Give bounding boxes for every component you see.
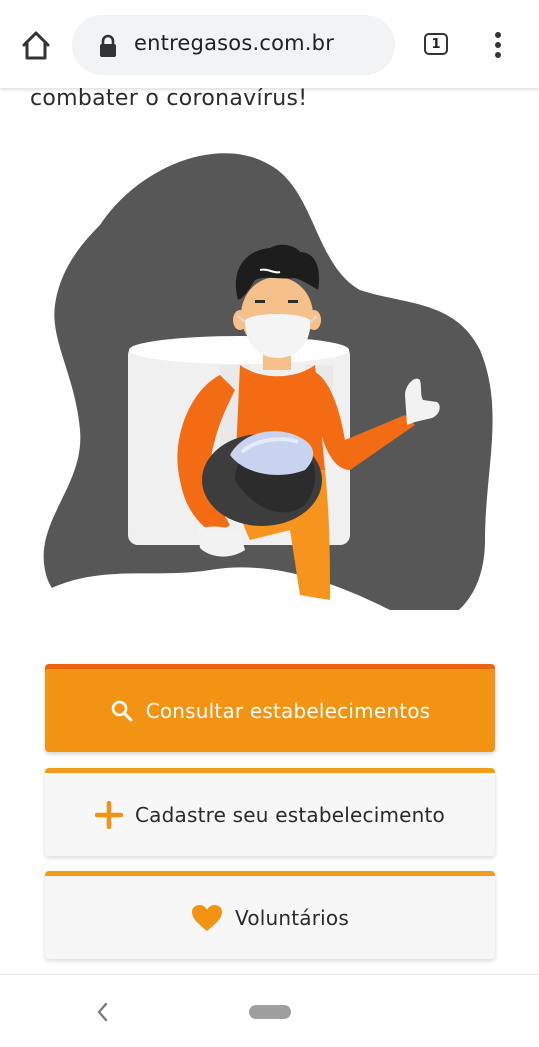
more-vert-icon[interactable] [488,30,508,60]
consult-establishments-button[interactable]: Consultar estabelecimentos [45,664,495,752]
browser-toolbar: entregasos.com.br 1 [0,0,539,88]
heart-icon [191,904,223,932]
address-bar[interactable]: entregasos.com.br [72,15,395,75]
courier-illustration [30,140,500,640]
volunteers-label: Voluntários [234,905,349,930]
home-pill-icon[interactable] [249,1005,291,1019]
lock-icon [98,34,118,58]
back-chevron-icon[interactable] [92,999,114,1025]
page-headline: combater o coronavírus! [30,86,308,111]
plus-icon [94,800,123,829]
search-icon [110,699,134,723]
consult-establishments-label: Consultar estabelecimentos [145,698,431,723]
home-icon[interactable] [16,26,56,66]
tab-count: 1 [431,36,441,52]
tab-switcher-button[interactable]: 1 [424,33,448,55]
system-navigation-bar [0,974,539,1047]
register-establishment-button[interactable]: Cadastre seu estabelecimento [45,768,495,856]
url-text: entregasos.com.br [134,31,335,55]
register-establishment-label: Cadastre seu estabelecimento [134,802,445,827]
volunteers-button[interactable]: Voluntários [45,871,495,959]
